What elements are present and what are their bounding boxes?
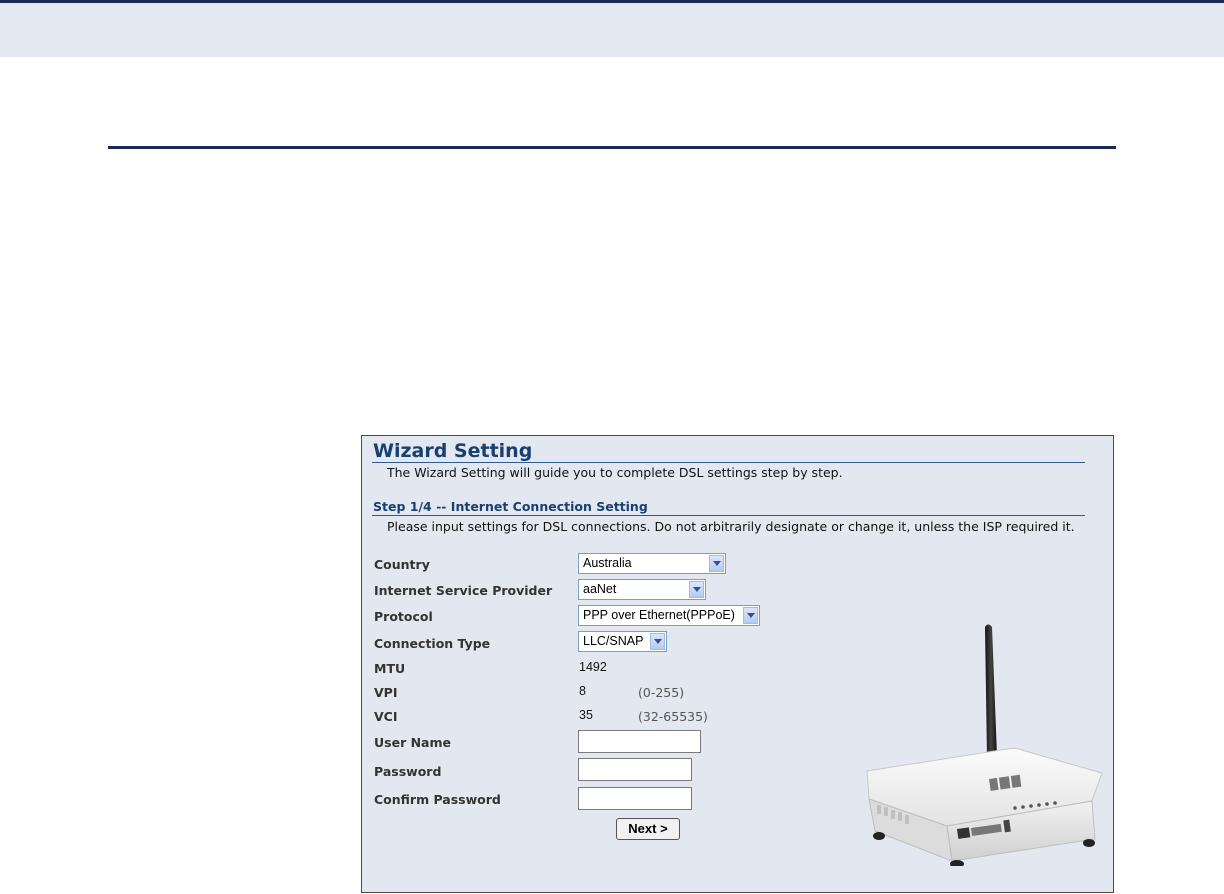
user-name-label: User Name (374, 735, 451, 750)
protocol-select[interactable]: PPP over Ethernet(PPPoE) (578, 605, 760, 626)
country-value: Australia (583, 556, 632, 570)
isp-label: Internet Service Provider (374, 583, 553, 598)
confirm-password-label: Confirm Password (374, 792, 501, 807)
vci-label: VCI (374, 709, 398, 724)
connection-type-label: Connection Type (374, 636, 491, 651)
vci-range: (32-65535) (638, 709, 708, 724)
vci-value: 35 (579, 708, 593, 722)
vpi-label: VPI (374, 685, 398, 700)
wizard-description: The Wizard Setting will guide you to com… (387, 465, 843, 480)
router-image (866, 624, 1103, 866)
protocol-label: Protocol (374, 609, 433, 624)
isp-select[interactable]: aaNet (578, 579, 706, 600)
title-divider (372, 462, 1085, 463)
vpi-value: 8 (579, 684, 586, 698)
wizard-title: Wizard Setting (373, 440, 533, 462)
confirm-password-field[interactable] (578, 787, 692, 810)
password-field[interactable] (578, 758, 692, 781)
chevron-down-icon[interactable] (650, 633, 665, 650)
section-divider (108, 146, 1116, 149)
country-select[interactable]: Australia (578, 553, 726, 574)
connection-type-value: LLC/SNAP (583, 634, 644, 648)
mtu-label: MTU (374, 661, 406, 676)
antenna (985, 624, 997, 758)
wizard-panel: Wizard Setting The Wizard Setting will g… (361, 435, 1114, 893)
user-name-field[interactable] (578, 730, 701, 753)
connection-type-select[interactable]: LLC/SNAP (578, 631, 667, 652)
next-button[interactable]: Next > (616, 818, 680, 840)
page-header-bar (0, 0, 1224, 57)
vpi-range: (0-255) (638, 685, 685, 700)
chevron-down-icon[interactable] (689, 581, 704, 598)
step-title: Step 1/4 -- Internet Connection Setting (373, 499, 648, 514)
chevron-down-icon[interactable] (743, 607, 758, 624)
protocol-value: PPP over Ethernet(PPPoE) (583, 608, 735, 622)
step-description: Please input settings for DSL connection… (387, 519, 1075, 534)
password-label: Password (374, 764, 442, 779)
mtu-value: 1492 (579, 660, 607, 674)
chevron-down-icon[interactable] (709, 555, 724, 572)
country-label: Country (374, 557, 430, 572)
isp-value: aaNet (583, 582, 617, 596)
step-divider (372, 515, 1085, 516)
